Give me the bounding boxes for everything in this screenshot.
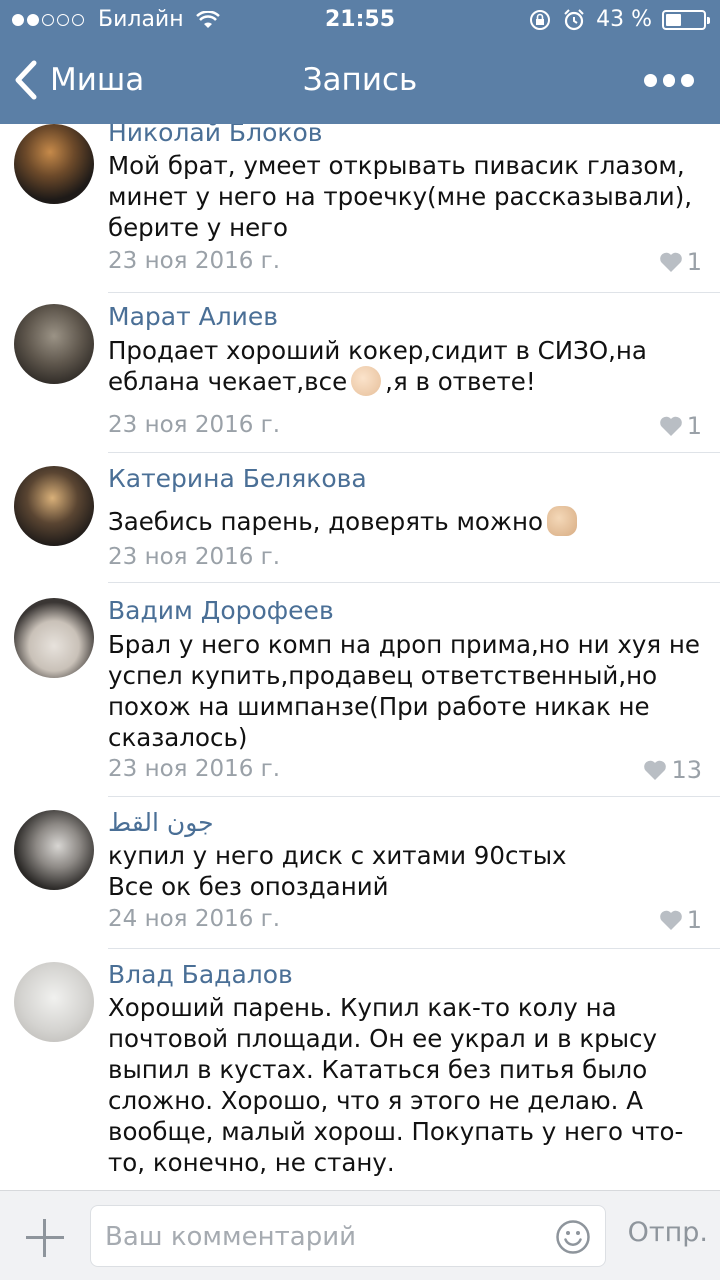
comment-line: Мой брат, умеет открывать пивасик глазом…	[108, 151, 685, 180]
divider	[108, 582, 720, 583]
comment-line: успел купить,продавец ответственный,но	[108, 661, 658, 690]
comment-line: ,я в ответе!	[385, 367, 536, 396]
comment-date: 23 ноя 2016 г.	[108, 248, 281, 274]
divider	[108, 796, 720, 797]
divider	[108, 292, 720, 293]
comment-text: купил у него диск с хитами 90стых Все ок…	[108, 840, 708, 902]
comment-author[interactable]: جون القط	[108, 808, 214, 837]
avatar[interactable]	[14, 962, 94, 1042]
lock-rotation-icon	[530, 9, 551, 30]
avatar[interactable]	[14, 304, 94, 384]
comment-text: Брал у него комп на дроп прима,но ни хуя…	[108, 629, 708, 753]
like-button[interactable]: 1	[659, 412, 702, 440]
send-button[interactable]: Отпр.	[628, 1217, 708, 1248]
comment-author[interactable]: Вадим Дорофеев	[108, 596, 334, 625]
comment-line: Заебись парень, доверять можно	[108, 507, 543, 536]
divider	[108, 948, 720, 949]
like-button[interactable]: 1	[659, 906, 702, 934]
like-count: 1	[686, 906, 702, 934]
comment-line: берите у него	[108, 213, 289, 242]
comment-date: 23 ноя 2016 г.	[108, 544, 281, 570]
avatar[interactable]	[14, 810, 94, 890]
like-button[interactable]: 1	[659, 248, 702, 276]
comment-line: минет у него на троечку(мне рассказывали…	[108, 182, 693, 211]
like-count: 1	[686, 248, 702, 276]
comment-input[interactable]	[105, 1218, 545, 1256]
more-button[interactable]	[644, 68, 695, 92]
comment-line: Хороший парень. Купил как-то колу на	[108, 993, 617, 1022]
comment-author[interactable]: Катерина Белякова	[108, 464, 367, 493]
battery-level	[666, 13, 681, 26]
battery-percent: 43 %	[596, 7, 652, 32]
comment-date: 23 ноя 2016 г.	[108, 756, 281, 782]
comment-input-box[interactable]	[90, 1205, 606, 1267]
comment-author[interactable]: Николай Блоков	[108, 124, 323, 147]
nav-bar: Миша Запись	[0, 40, 720, 124]
like-count: 1	[686, 412, 702, 440]
comment-date: 24 ноя 2016 г.	[108, 906, 281, 932]
page-title: Запись	[302, 62, 418, 98]
comment-date: 23 ноя 2016 г.	[108, 412, 281, 438]
divider	[108, 452, 720, 453]
comment-line: Продает хороший кокер,сидит в СИЗО,на	[108, 336, 647, 365]
comment-line: почтовой площади. Он ее украл и в крысу	[108, 1024, 658, 1053]
comment-text: Мой брат, умеет открывать пивасик глазом…	[108, 150, 708, 243]
comment-text: Заебись парень, доверять можно	[108, 506, 708, 537]
like-count: 13	[671, 756, 702, 784]
heart-icon	[659, 416, 682, 436]
comment-composer: Отпр.	[0, 1190, 720, 1280]
comment-line: купил у него диск с хитами 90стых	[108, 841, 567, 870]
more-icon	[644, 73, 657, 87]
thumbs-up-emoji	[547, 506, 577, 536]
comment-text: Продает хороший кокер,сидит в СИЗО,на еб…	[108, 335, 708, 397]
heart-icon	[659, 252, 682, 272]
comment-author[interactable]: Влад Бадалов	[108, 960, 293, 989]
comment-line: то, конечно, не стану.	[108, 1148, 395, 1177]
heart-icon	[644, 760, 667, 780]
battery-icon	[662, 9, 710, 30]
comment-line: сложно. Хорошо, что я этого не делаю. А	[108, 1086, 644, 1115]
top-bar: Билайн 21:55 43 % Миша Запись	[0, 0, 720, 124]
comment-line: Брал у него комп на дроп прима,но ни хуя…	[108, 630, 700, 659]
comment-text: Хороший парень. Купил как-то колу на поч…	[108, 992, 708, 1178]
comment-line: похож на шимпанзе(При работе никак не	[108, 692, 650, 721]
comment-line: еблана чекает,все	[108, 367, 348, 396]
avatar[interactable]	[14, 124, 94, 204]
comment-line: выпил в кустах. Кататься без питья было	[108, 1055, 648, 1084]
alarm-icon	[564, 8, 584, 30]
like-button[interactable]: 13	[643, 756, 702, 784]
comment-line: сказалось)	[108, 723, 248, 752]
ok-hand-emoji	[351, 366, 382, 396]
comment-author[interactable]: Марат Алиев	[108, 302, 278, 331]
comment-line: вообще, малый хорош. Покупать у него что…	[108, 1117, 684, 1146]
heart-icon	[659, 910, 682, 930]
smile-icon[interactable]	[555, 1219, 591, 1255]
avatar[interactable]	[14, 466, 94, 546]
attach-button[interactable]	[22, 1215, 68, 1261]
avatar[interactable]	[14, 598, 94, 678]
comments-list[interactable]: Николай Блоков Мой брат, умеет открывать…	[0, 124, 720, 1190]
comment-line: Все ок без опозданий	[108, 872, 389, 901]
status-bar: Билайн 21:55 43 %	[0, 0, 720, 40]
